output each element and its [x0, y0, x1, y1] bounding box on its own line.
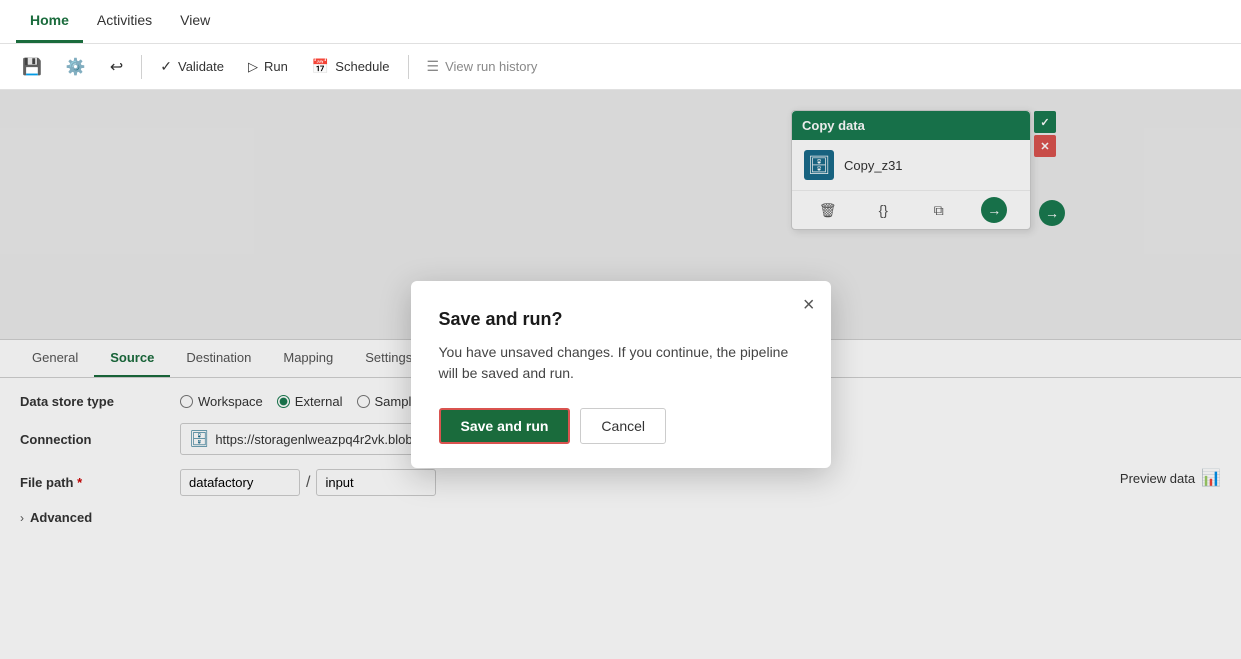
- history-icon: ☰: [427, 58, 440, 75]
- nav-item-view[interactable]: View: [166, 0, 224, 43]
- modal-actions: Save and run Cancel: [439, 408, 803, 444]
- undo-button[interactable]: ↩: [100, 52, 133, 82]
- modal-overlay: × Save and run? You have unsaved changes…: [0, 90, 1241, 659]
- checkmark-icon: ✓: [160, 58, 172, 75]
- modal-title: Save and run?: [439, 309, 803, 330]
- validate-button[interactable]: ✓ Validate: [150, 53, 234, 80]
- run-icon: ▷: [248, 59, 258, 75]
- nav-item-activities[interactable]: Activities: [83, 0, 166, 43]
- calendar-icon: 📅: [312, 58, 329, 75]
- save-and-run-button[interactable]: Save and run: [439, 408, 571, 444]
- gear-icon: ⚙️: [66, 57, 86, 77]
- run-history-button[interactable]: ☰ View run history: [417, 53, 548, 80]
- toolbar-separator-2: [408, 55, 409, 79]
- save-button[interactable]: 💾: [12, 52, 52, 82]
- settings-button[interactable]: ⚙️: [56, 52, 96, 82]
- save-icon: 💾: [22, 57, 42, 77]
- run-button[interactable]: ▷ Run: [238, 54, 298, 80]
- cancel-button[interactable]: Cancel: [580, 408, 666, 444]
- schedule-button[interactable]: 📅 Schedule: [302, 53, 400, 80]
- toolbar-separator: [141, 55, 142, 79]
- modal-body: You have unsaved changes. If you continu…: [439, 342, 803, 384]
- modal: × Save and run? You have unsaved changes…: [411, 281, 831, 468]
- top-nav: Home Activities View: [0, 0, 1241, 44]
- main-area: Copy data ✓ ✕ 🗄 Copy_z31 🗑 {} ⧉ → →: [0, 90, 1241, 659]
- undo-icon: ↩: [110, 57, 123, 77]
- modal-close-button[interactable]: ×: [803, 295, 815, 315]
- toolbar: 💾 ⚙️ ↩ ✓ Validate ▷ Run 📅 Schedule ☰ Vie…: [0, 44, 1241, 90]
- nav-item-home[interactable]: Home: [16, 0, 83, 43]
